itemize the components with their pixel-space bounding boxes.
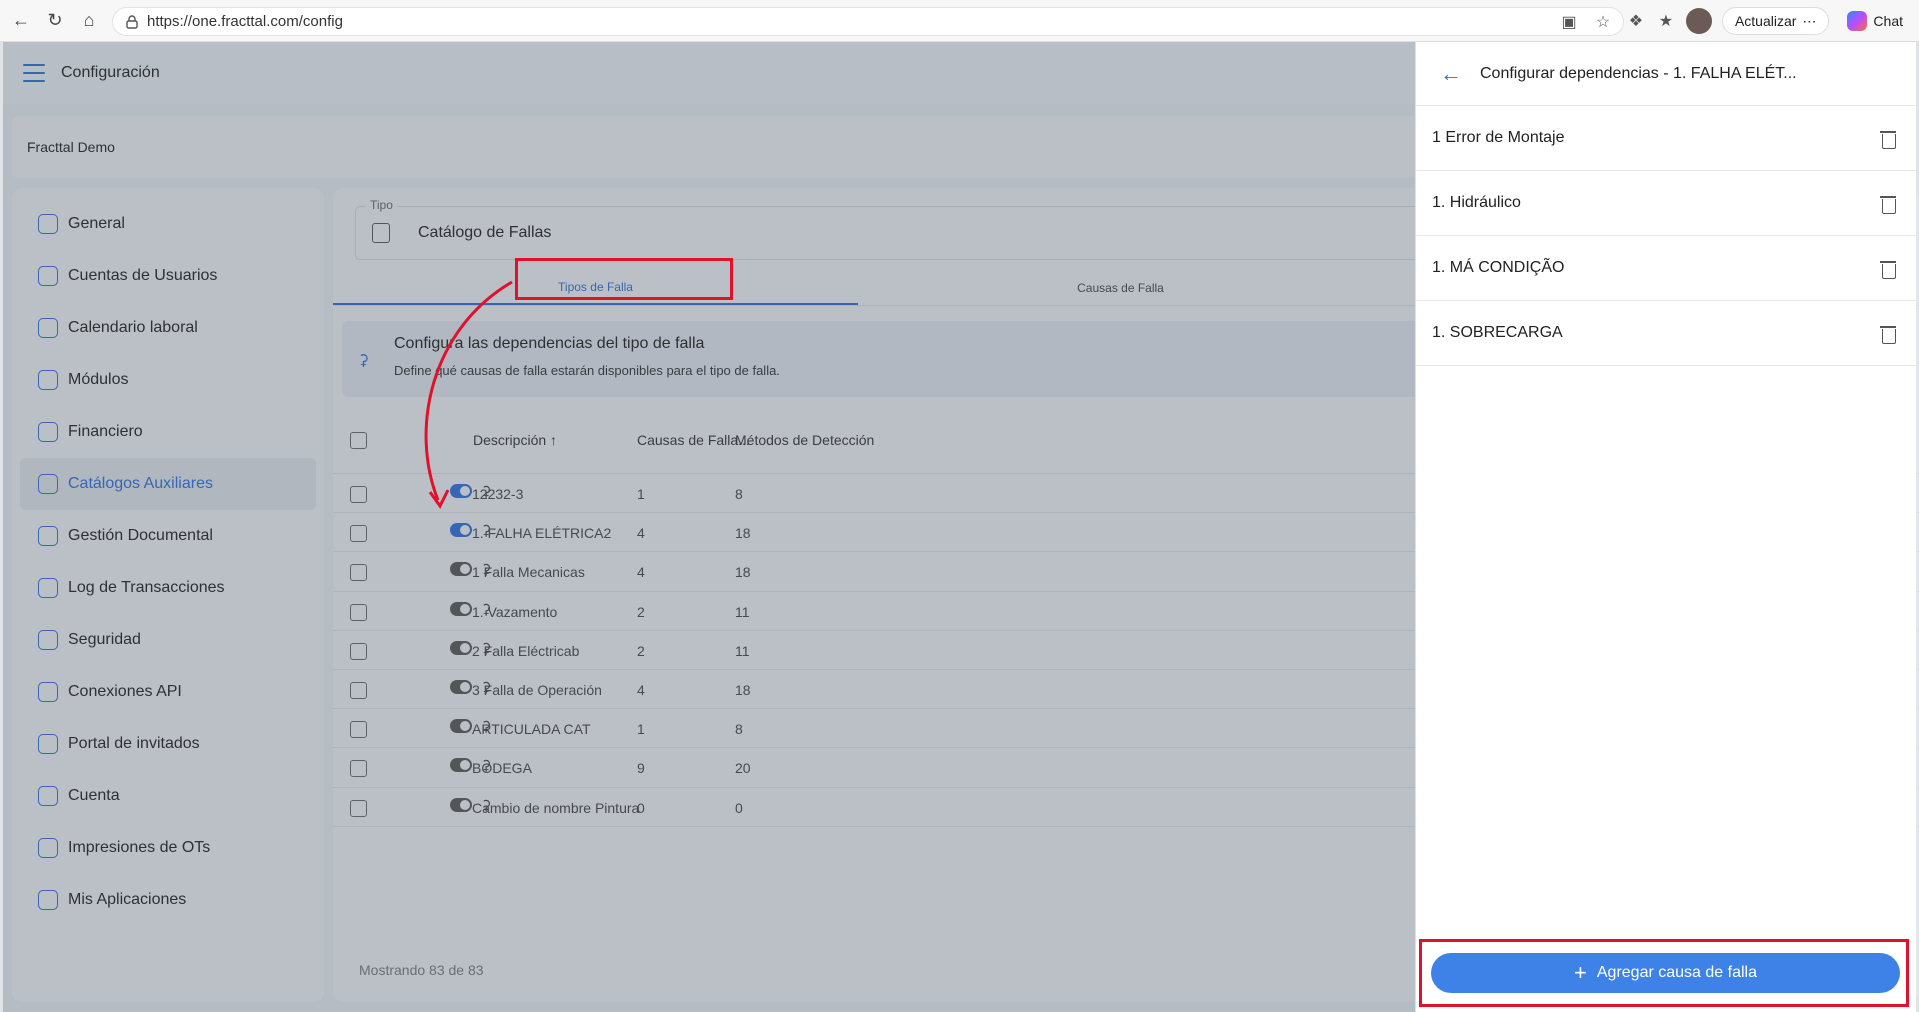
reload-icon[interactable]: ↻ [42,8,68,34]
modal-overlay[interactable] [3,42,1415,1012]
back-icon[interactable]: ← [8,8,34,34]
trash-icon[interactable] [1880,259,1896,279]
dependency-label: 1 Error de Montaje [1432,129,1565,146]
apps-icon[interactable]: ▣ [1559,12,1579,32]
browser-toolbar: ← ↻ ⌂ https://one.fracttal.com/config ▣ … [0,0,1919,42]
back-arrow-icon[interactable]: ← [1440,61,1462,87]
trash-icon[interactable] [1880,129,1896,149]
drawer-header: ← Configurar dependencias - 1. FALHA ELÉ… [1416,42,1916,106]
favorites-icon[interactable]: ★ [1656,11,1676,31]
trash-icon[interactable] [1880,324,1896,344]
dependency-list: 1 Error de Montaje 1. Hidráulico 1. MÁ CON… [1416,106,1916,366]
chat-label: Chat [1873,13,1903,29]
extensions-icon[interactable]: ❖ [1626,11,1646,31]
copilot-icon [1847,11,1868,31]
chat-button[interactable]: Chat [1839,7,1911,35]
dependencies-drawer: ← Configurar dependencias - 1. FALHA ELÉ… [1415,42,1916,1012]
dependency-item: 1. Hidráulico [1416,171,1916,236]
dependency-item: 1. SOBRECARGA [1416,301,1916,366]
address-bar[interactable]: https://one.fracttal.com/config ▣ ☆ [112,7,1624,36]
trash-icon[interactable] [1880,194,1896,214]
lock-icon [126,14,138,29]
dependency-item: 1. MÁ CONDIÇÃO [1416,236,1916,301]
dependency-label: 1. MÁ CONDIÇÃO [1432,259,1565,276]
star-icon[interactable]: ☆ [1593,12,1613,32]
annotation-highlight-button [1419,939,1909,1007]
drawer-title: Configurar dependencias - 1. FALHA ELÉT.… [1480,64,1797,82]
dependency-item: 1 Error de Montaje [1416,106,1916,171]
home-icon[interactable]: ⌂ [76,8,102,34]
annotation-highlight-tab [515,258,733,300]
more-icon[interactable]: ⋯ [1802,13,1816,30]
dependency-label: 1. SOBRECARGA [1432,324,1563,341]
update-label: Actualizar [1734,13,1797,29]
url-text: https://one.fracttal.com/config [147,13,343,30]
profile-avatar[interactable] [1685,8,1712,34]
dependency-label: 1. Hidráulico [1432,194,1521,211]
update-button[interactable]: Actualizar ⋯ [1721,7,1830,35]
